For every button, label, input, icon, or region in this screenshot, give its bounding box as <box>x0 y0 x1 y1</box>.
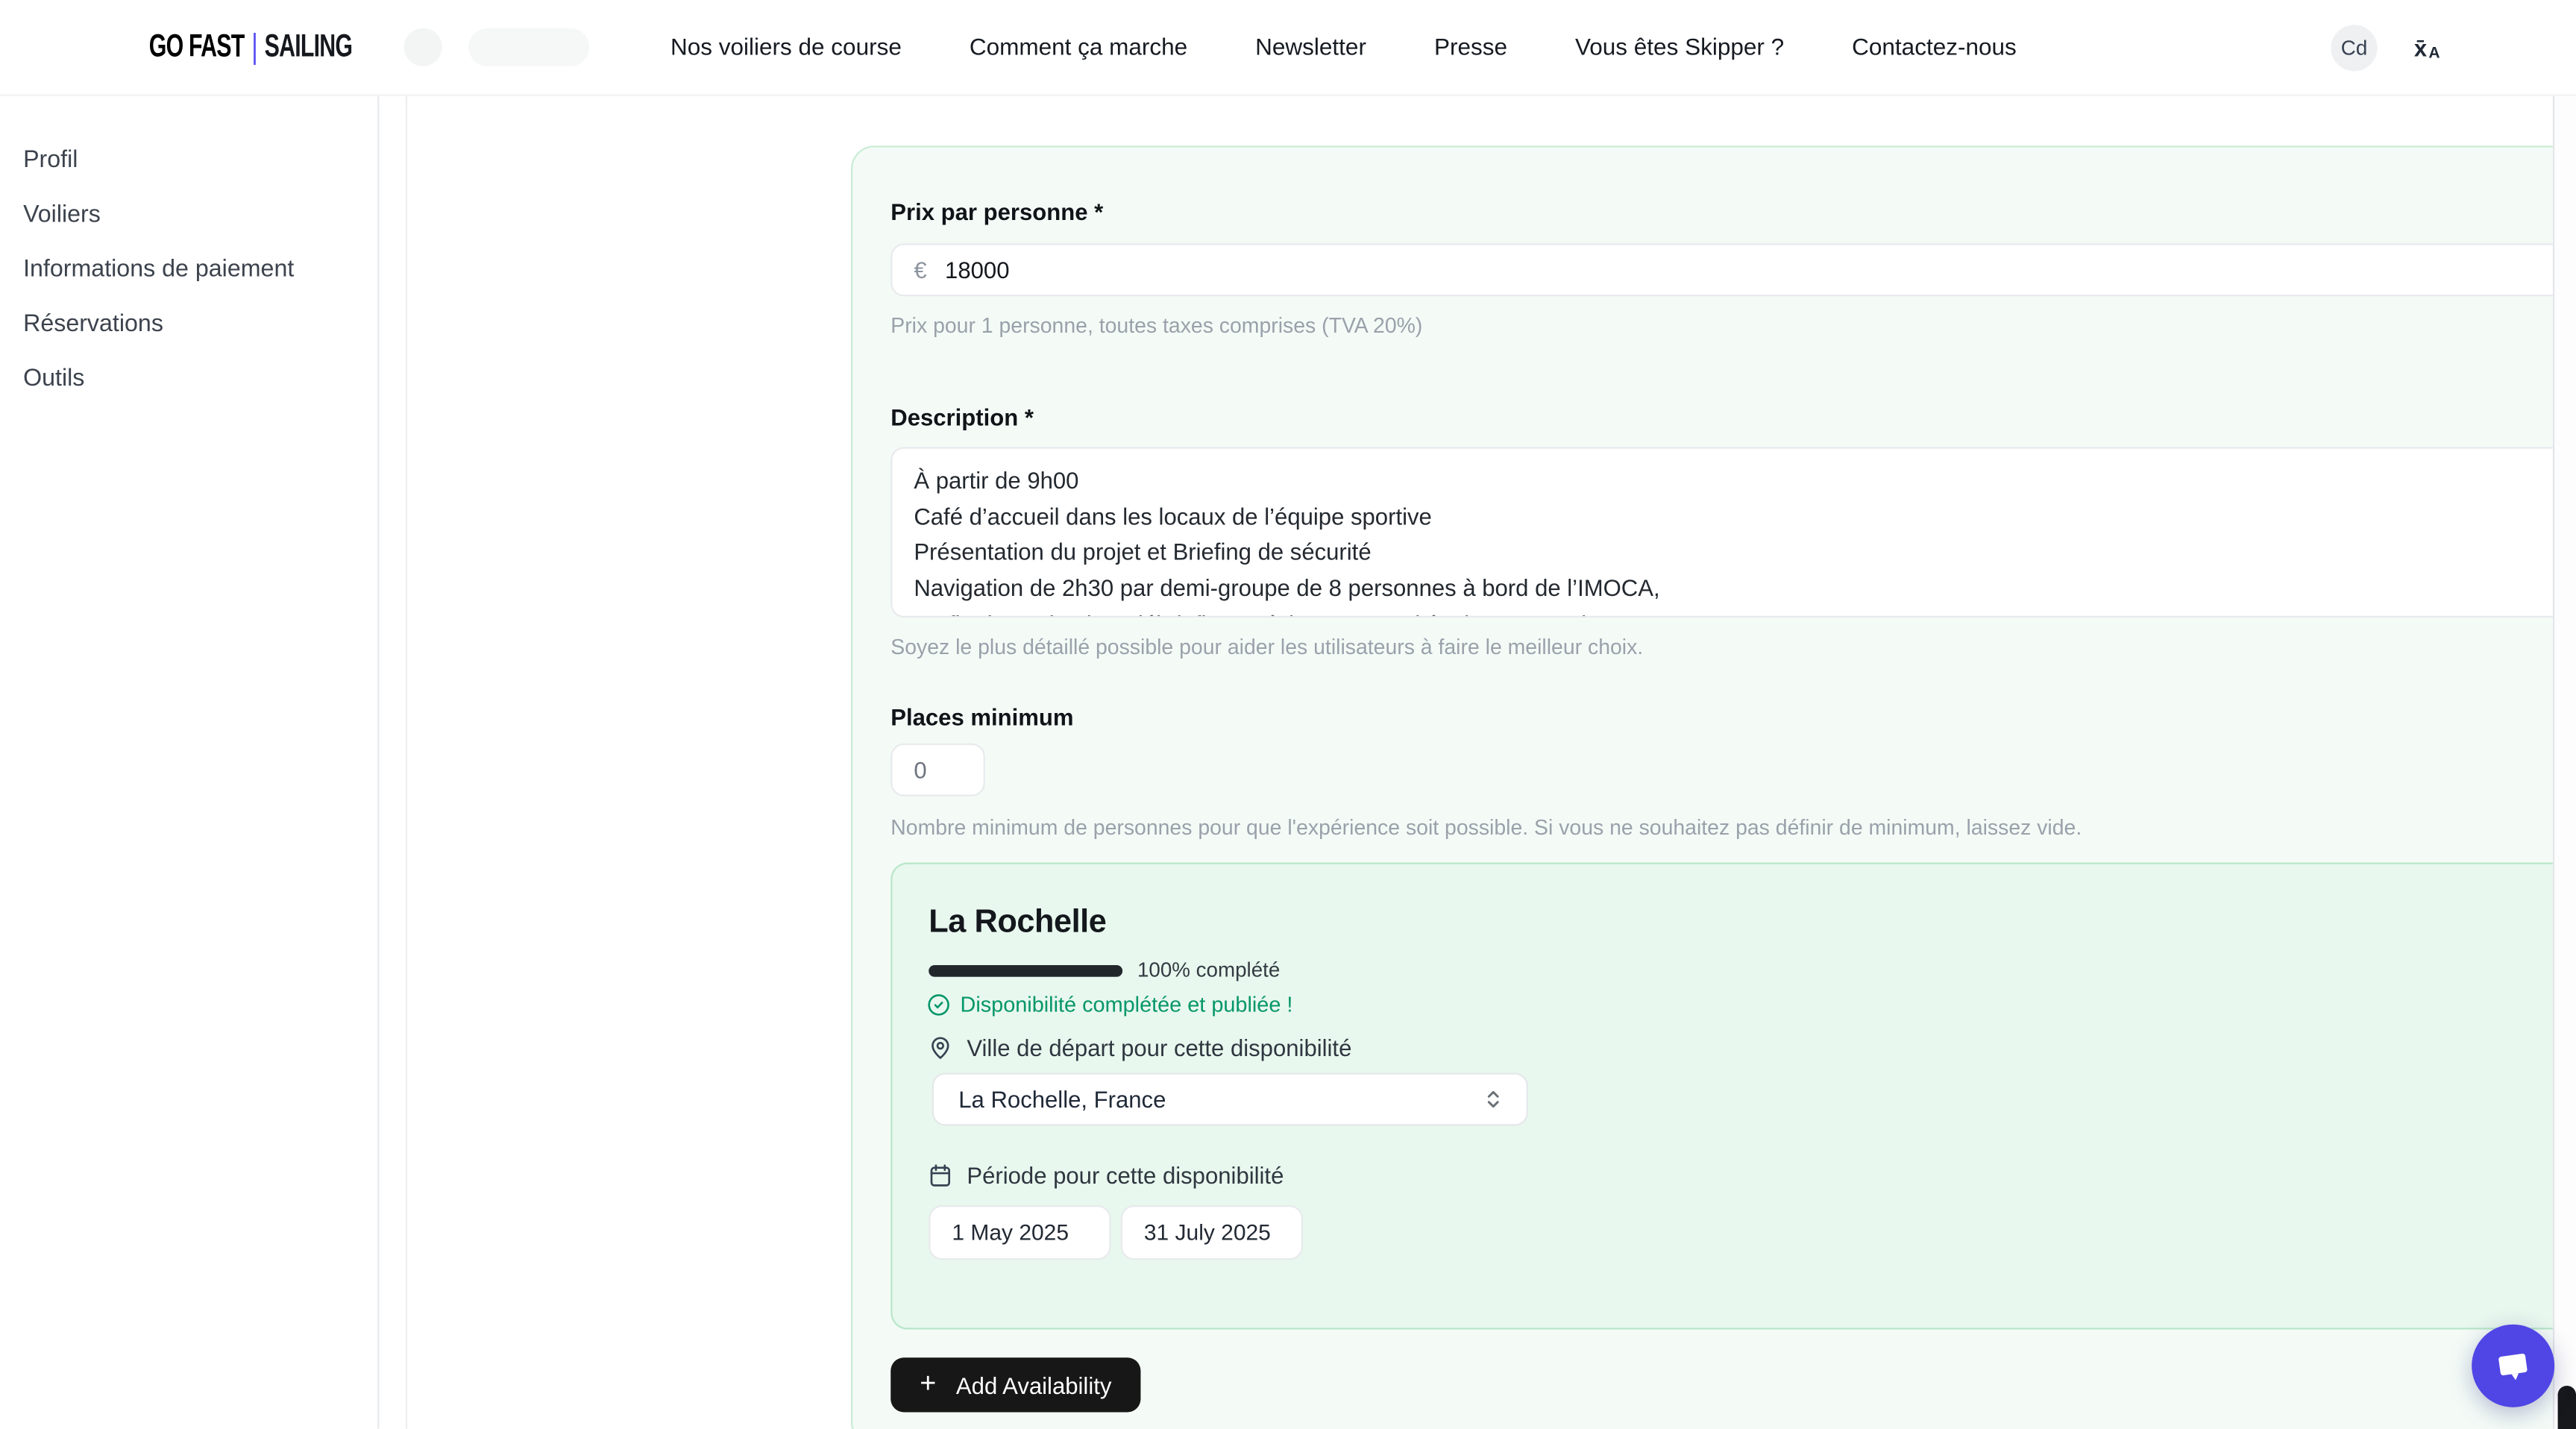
sidebar-item-profil[interactable]: Profil <box>0 133 377 187</box>
plus-icon: + <box>920 1368 936 1401</box>
date-start-input[interactable]: 1 May 2025 <box>929 1205 1110 1260</box>
progress-label: 100% complété <box>1137 958 1280 982</box>
add-availability-button[interactable]: + Add Availability <box>890 1357 1140 1412</box>
progress-bar <box>929 964 1122 976</box>
pack-section: Prix par personne * € 18000 Prix pour 1 … <box>851 145 2576 1429</box>
description-line: Café d’accueil dans les locaux de l’équi… <box>914 500 2576 536</box>
period-label: Période pour cette disponibilité <box>967 1162 1284 1189</box>
date-end-input[interactable]: 31 July 2025 <box>1121 1205 1303 1260</box>
nav-item-comment-ca-marche[interactable]: Comment ça marche <box>970 35 1187 62</box>
city-select[interactable]: La Rochelle, France <box>932 1072 1528 1125</box>
blurred-badge <box>468 28 589 66</box>
availability-status-text: Disponibilité complétée et publiée ! <box>960 992 1292 1017</box>
date-range: 1 May 2025 31 July 2025 <box>929 1205 1303 1260</box>
main-nav: Nos voiliers de course Comment ça marche… <box>670 0 2017 96</box>
description-label: Description * <box>890 404 1034 431</box>
add-availability-label: Add Availability <box>956 1372 1111 1398</box>
chat-widget-button[interactable] <box>2472 1325 2554 1407</box>
description-line: Navigation de 2h30 par demi-groupe de 8 … <box>914 571 2576 607</box>
brand-logo[interactable]: GO FAST | SAILING <box>149 0 352 96</box>
description-line: Présentation du projet et Briefing de sé… <box>914 536 2576 571</box>
brand-sailing: SAILING <box>265 30 353 66</box>
map-pin-icon <box>927 1034 954 1061</box>
price-input[interactable]: € 18000 <box>890 243 2568 296</box>
availability-status: Disponibilité complétée et publiée ! <box>927 992 1292 1017</box>
main-content: Prix par personne * € 18000 Prix pour 1 … <box>406 96 2551 1429</box>
nav-item-voiliers-de-course[interactable]: Nos voiliers de course <box>670 35 902 62</box>
period-label-row: Période pour cette disponibilité <box>927 1162 1284 1189</box>
sidebar-item-informations-de-paiement[interactable]: Informations de paiement <box>0 242 377 296</box>
description-line-clipped: En fin de navigation, débriefing et écha… <box>914 607 2576 618</box>
euro-icon: € <box>914 257 926 283</box>
brand-go-fast: GO FAST <box>149 30 245 66</box>
sidebar-item-voiliers[interactable]: Voiliers <box>0 187 377 242</box>
sidebar-item-reservations[interactable]: Réservations <box>0 296 377 351</box>
translate-icon[interactable]: x̄A <box>2404 25 2450 71</box>
price-label: Prix par personne * <box>890 198 1103 225</box>
user-avatar[interactable]: Cd <box>2331 25 2377 71</box>
description-helper: Soyez le plus détaillé possible pour aid… <box>890 634 1643 659</box>
description-textarea[interactable]: À partir de 9h00 Café d’accueil dans les… <box>890 447 2576 618</box>
city-label-row: Ville de départ pour cette disponibilité <box>927 1034 1351 1061</box>
brand-separator: | <box>251 28 257 68</box>
places-minimum-input[interactable]: 0 <box>890 744 985 797</box>
check-circle-icon <box>927 993 950 1016</box>
progress-row: 100% complété <box>929 958 1280 982</box>
price-value: 18000 <box>945 257 1009 283</box>
chevron-up-down-icon <box>1480 1086 1507 1113</box>
nav-item-presse[interactable]: Presse <box>1434 35 1507 62</box>
scrollbar[interactable] <box>2553 96 2576 1429</box>
blurred-avatar <box>404 28 442 66</box>
places-minimum-label: Places minimum <box>890 703 1073 730</box>
places-minimum-helper: Nombre minimum de personnes pour que l'e… <box>890 814 2082 839</box>
nav-item-vous-etes-skipper[interactable]: Vous êtes Skipper ? <box>1575 35 1784 62</box>
sidebar: Profil Voiliers Informations de paiement… <box>0 96 379 1429</box>
page: GO FAST | SAILING Nos voiliers de course… <box>0 0 2576 1429</box>
sidebar-item-outils[interactable]: Outils <box>0 351 377 406</box>
availability-card: La Rochelle 100% complété Disponibilité … <box>890 863 2576 1330</box>
calendar-icon <box>927 1162 954 1189</box>
price-helper: Prix pour 1 personne, toutes taxes compr… <box>890 313 1422 338</box>
availability-title: La Rochelle <box>929 904 1106 942</box>
nav-item-newsletter[interactable]: Newsletter <box>1255 35 1366 62</box>
chat-bubble-icon <box>2492 1344 2535 1387</box>
city-label: Ville de départ pour cette disponibilité <box>967 1034 1351 1061</box>
header: GO FAST | SAILING Nos voiliers de course… <box>0 0 2576 96</box>
scrollbar-thumb[interactable] <box>2558 1386 2576 1429</box>
description-line: À partir de 9h00 <box>914 464 2576 500</box>
city-select-value: La Rochelle, France <box>958 1086 1166 1113</box>
nav-item-contactez-nous[interactable]: Contactez-nous <box>1852 35 2017 62</box>
